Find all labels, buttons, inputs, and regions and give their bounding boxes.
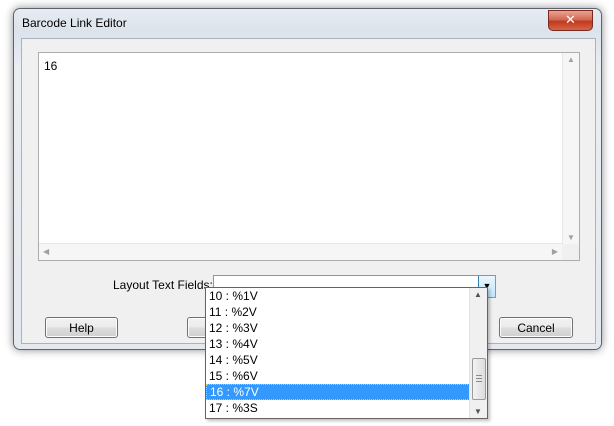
option-list: 10 : %1V 11 : %2V 12 : %3V 13 : %4V 14 :… bbox=[206, 288, 470, 416]
dropdown-scrollbar[interactable]: ▲ ▼ bbox=[469, 288, 487, 418]
arrow-down-icon[interactable]: ▼ bbox=[567, 233, 575, 242]
layout-text-fields-dropdown-list: 10 : %1V 11 : %2V 12 : %3V 13 : %4V 14 :… bbox=[205, 287, 488, 419]
grip-line bbox=[476, 375, 482, 376]
list-item[interactable]: 11 : %2V bbox=[206, 304, 470, 320]
grip-line bbox=[476, 381, 482, 382]
window-title: Barcode Link Editor bbox=[22, 16, 127, 30]
list-item[interactable]: 16 : %7V bbox=[206, 384, 470, 400]
list-item[interactable]: 15 : %6V bbox=[206, 368, 470, 384]
barcode-link-textarea[interactable]: 16 ▲ ▼ ◀ ▶ bbox=[38, 52, 580, 261]
scrollbar-thumb[interactable] bbox=[472, 358, 486, 400]
textarea-content: 16 bbox=[44, 59, 58, 73]
list-item[interactable]: 17 : %3S bbox=[206, 400, 470, 416]
scroll-corner bbox=[562, 244, 579, 260]
arrow-down-icon[interactable]: ▼ bbox=[474, 407, 482, 416]
arrow-left-icon[interactable]: ◀ bbox=[43, 247, 49, 256]
help-button[interactable]: Help bbox=[45, 317, 118, 338]
layout-text-fields-label: Layout Text Fields: bbox=[113, 278, 213, 292]
list-item[interactable]: 13 : %4V bbox=[206, 336, 470, 352]
list-item[interactable]: 14 : %5V bbox=[206, 352, 470, 368]
textarea-horizontal-scrollbar[interactable]: ◀ ▶ bbox=[39, 243, 562, 260]
list-item[interactable]: 10 : %1V bbox=[206, 288, 470, 304]
grip-line bbox=[476, 378, 482, 379]
close-button[interactable]: ✕ bbox=[548, 10, 593, 31]
list-item[interactable]: 12 : %3V bbox=[206, 320, 470, 336]
cancel-button[interactable]: Cancel bbox=[499, 317, 573, 338]
textarea-vertical-scrollbar[interactable]: ▲ ▼ bbox=[562, 53, 579, 244]
arrow-right-icon[interactable]: ▶ bbox=[552, 247, 558, 256]
arrow-up-icon[interactable]: ▲ bbox=[474, 290, 482, 299]
arrow-up-icon[interactable]: ▲ bbox=[567, 55, 575, 64]
close-icon: ✕ bbox=[565, 12, 576, 27]
